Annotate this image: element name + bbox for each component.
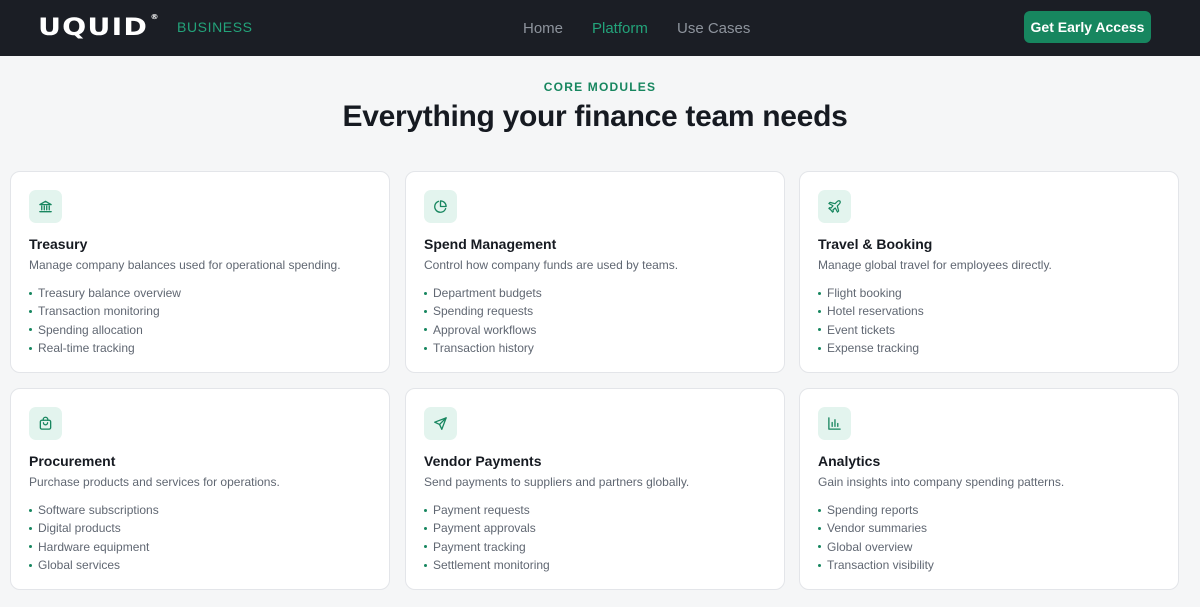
feature-item: Software subscriptions: [29, 501, 159, 519]
bullet-icon: [424, 563, 427, 567]
feature-item: Hardware equipment: [29, 538, 159, 556]
bullet-icon: [29, 291, 32, 295]
bullet-icon: [424, 526, 427, 530]
bullet-icon: [424, 309, 427, 313]
feature-item: Flight booking: [818, 284, 924, 302]
bullet-icon: [818, 526, 821, 530]
feature-list: Payment requests Payment approvals Payme…: [424, 501, 550, 574]
bullet-icon: [818, 563, 821, 567]
bullet-icon: [424, 346, 427, 350]
feature-item: Transaction visibility: [818, 556, 934, 574]
nav-link-use-cases[interactable]: Use Cases: [677, 0, 750, 56]
card-description: Control how company funds are used by te…: [424, 258, 679, 272]
module-card-spend-management: Spend Management Control how company fun…: [405, 171, 785, 373]
card-title: Spend Management: [424, 236, 557, 252]
feature-item: Global services: [29, 556, 159, 574]
feature-item: Expense tracking: [818, 339, 924, 357]
feature-item: Global overview: [818, 538, 934, 556]
module-card-treasury: Treasury Manage company balances used fo…: [10, 171, 390, 373]
plane-icon: [818, 190, 851, 223]
shopping-bag-icon: [29, 407, 62, 440]
feature-list: Software subscriptions Digital products …: [29, 501, 159, 574]
feature-item: Spending allocation: [29, 321, 181, 339]
send-icon: [424, 407, 457, 440]
module-card-analytics: Analytics Gain insights into company spe…: [799, 388, 1179, 590]
module-card-procurement: Procurement Purchase products and servic…: [10, 388, 390, 590]
feature-item: Digital products: [29, 519, 159, 537]
feature-item: Spending requests: [424, 302, 542, 320]
bullet-icon: [424, 291, 427, 295]
bullet-icon: [818, 291, 821, 295]
card-description: Purchase products and services for opera…: [29, 475, 280, 489]
feature-list: Department budgets Spending requests App…: [424, 284, 542, 357]
bullet-icon: [818, 545, 821, 549]
feature-item: Payment requests: [424, 501, 550, 519]
feature-item: Approval workflows: [424, 321, 542, 339]
bullet-icon: [424, 328, 427, 332]
bank-icon: [29, 190, 62, 223]
feature-item: Vendor summaries: [818, 519, 934, 537]
logo-subtitle: BUSINESS: [177, 19, 253, 35]
feature-list: Spending reports Vendor summaries Global…: [818, 501, 934, 574]
card-title: Treasury: [29, 236, 88, 252]
feature-item: Payment approvals: [424, 519, 550, 537]
bar-chart-icon: [818, 407, 851, 440]
bullet-icon: [29, 508, 32, 512]
feature-item: Spending reports: [818, 501, 934, 519]
card-title: Travel & Booking: [818, 236, 933, 252]
nav-link-home[interactable]: Home: [523, 0, 563, 56]
bullet-icon: [29, 309, 32, 313]
bullet-icon: [818, 309, 821, 313]
feature-item: Department budgets: [424, 284, 542, 302]
card-description: Send payments to suppliers and partners …: [424, 475, 690, 489]
card-description: Manage company balances used for operati…: [29, 258, 341, 272]
feature-item: Payment tracking: [424, 538, 550, 556]
logo-registered-mark: ®: [150, 13, 159, 21]
module-card-vendor-payments: Vendor Payments Send payments to supplie…: [405, 388, 785, 590]
section-eyebrow: CORE MODULES: [543, 80, 657, 94]
feature-item: Transaction monitoring: [29, 302, 181, 320]
feature-item: Hotel reservations: [818, 302, 924, 320]
feature-list: Flight booking Hotel reservations Event …: [818, 284, 924, 357]
logo[interactable]: UQUID ®: [38, 13, 159, 41]
bullet-icon: [818, 346, 821, 350]
top-navbar: UQUID ® BUSINESS Home Platform Use Cases…: [0, 0, 1200, 56]
bullet-icon: [29, 563, 32, 567]
section-headline: Everything your finance team needs: [342, 100, 848, 133]
card-title: Procurement: [29, 453, 116, 469]
card-description: Manage global travel for employees direc…: [818, 258, 1052, 272]
get-early-access-button[interactable]: Get Early Access: [1024, 11, 1151, 43]
bullet-icon: [424, 545, 427, 549]
bullet-icon: [818, 508, 821, 512]
feature-list: Treasury balance overview Transaction mo…: [29, 284, 181, 357]
feature-item: Event tickets: [818, 321, 924, 339]
module-card-travel-booking: Travel & Booking Manage global travel fo…: [799, 171, 1179, 373]
feature-item: Settlement monitoring: [424, 556, 550, 574]
card-title: Analytics: [818, 453, 881, 469]
nav-link-platform[interactable]: Platform: [592, 0, 648, 56]
feature-item: Transaction history: [424, 339, 542, 357]
bullet-icon: [29, 545, 32, 549]
logo-wordmark: UQUID: [38, 13, 149, 41]
feature-item: Treasury balance overview: [29, 284, 181, 302]
card-title: Vendor Payments: [424, 453, 542, 469]
pie-chart-icon: [424, 190, 457, 223]
bullet-icon: [29, 328, 32, 332]
bullet-icon: [818, 328, 821, 332]
bullet-icon: [424, 508, 427, 512]
card-description: Gain insights into company spending patt…: [818, 475, 1065, 489]
bullet-icon: [29, 346, 32, 350]
feature-item: Real-time tracking: [29, 339, 181, 357]
bullet-icon: [29, 526, 32, 530]
